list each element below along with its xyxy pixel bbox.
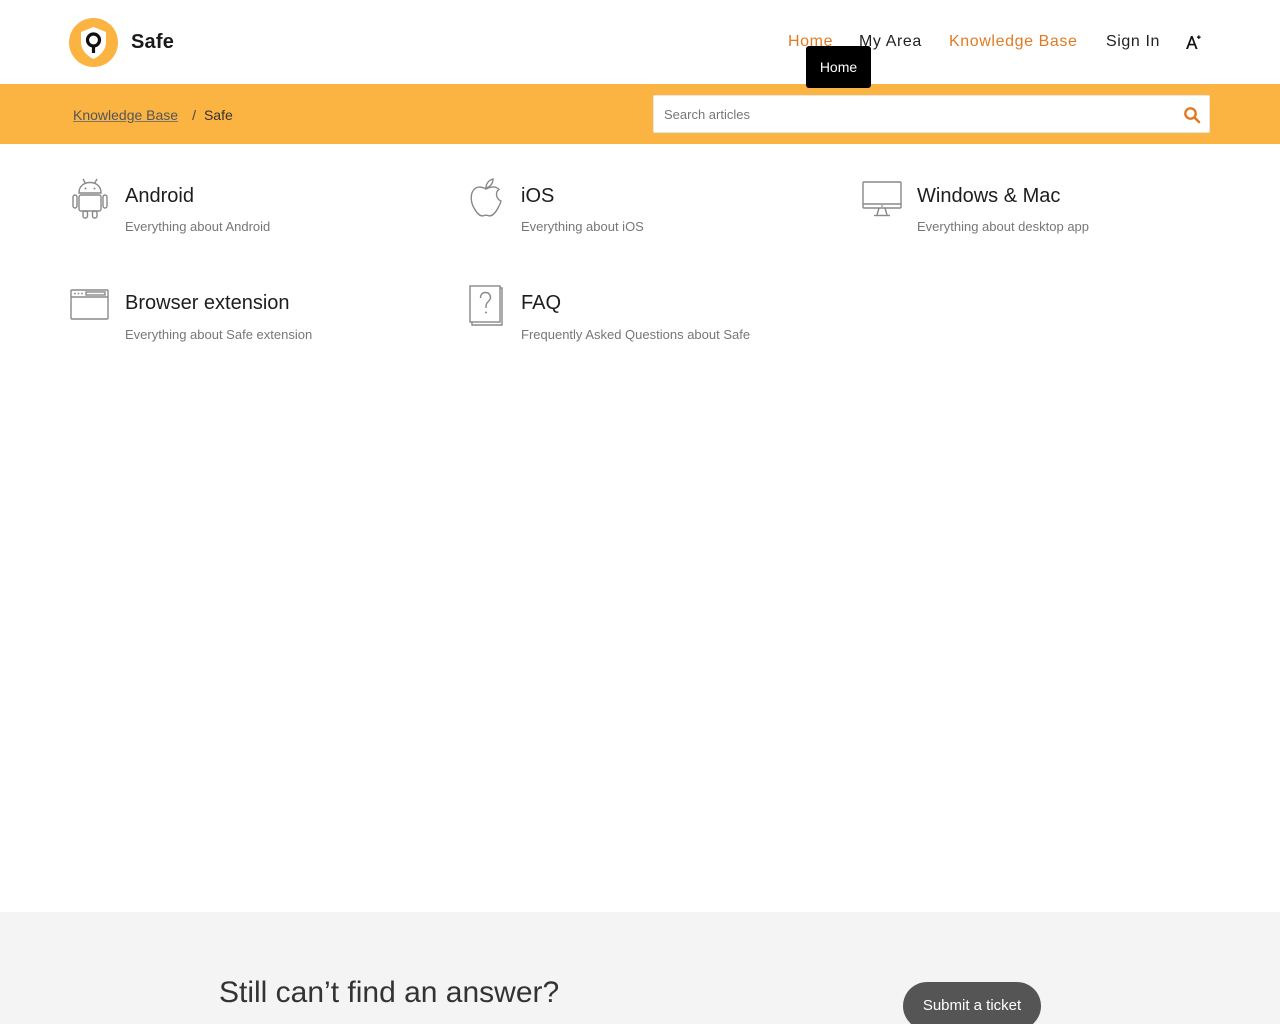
category-windows-mac[interactable]: Windows & Mac Everything about desktop a… bbox=[862, 177, 1222, 241]
category-title: Android bbox=[125, 185, 194, 207]
category-faq[interactable]: FAQ Frequently Asked Questions about Saf… bbox=[466, 284, 826, 348]
question-document-icon bbox=[469, 285, 503, 326]
nav-tooltip: Home bbox=[806, 46, 871, 88]
help-footer: Still can’t find an answer? Submit a tic… bbox=[0, 912, 1280, 1024]
category-title: Windows & Mac bbox=[917, 185, 1061, 207]
category-description: Frequently Asked Questions about Safe bbox=[521, 327, 751, 342]
footer-title: Still can’t find an answer? bbox=[219, 976, 560, 1009]
nav-knowledge-base[interactable]: Knowledge Base bbox=[949, 33, 1078, 51]
site-header: Safe Home My Area Knowledge Base Sign In… bbox=[0, 0, 1280, 88]
category-description: Everything about Android bbox=[125, 219, 271, 234]
breadcrumb-knowledge-base[interactable]: Knowledge Base bbox=[73, 107, 178, 123]
submit-ticket-button[interactable]: Submit a ticket bbox=[903, 982, 1041, 1024]
browser-window-icon bbox=[70, 289, 109, 320]
search-icon[interactable] bbox=[1183, 106, 1201, 124]
category-description: Everything about desktop app bbox=[917, 219, 1090, 234]
android-icon bbox=[72, 178, 108, 219]
apple-icon bbox=[470, 178, 502, 217]
category-title: FAQ bbox=[521, 292, 562, 314]
category-title: iOS bbox=[521, 185, 555, 207]
search-box bbox=[653, 95, 1210, 133]
search-input[interactable] bbox=[654, 96, 1174, 132]
main-nav: Home My Area Knowledge Base Sign In bbox=[0, 33, 1280, 53]
category-android[interactable]: Android Everything about Android bbox=[70, 177, 410, 241]
category-browser-extension[interactable]: Browser extension Everything about Safe … bbox=[70, 284, 410, 348]
category-description: Everything about iOS bbox=[521, 219, 644, 234]
breadcrumb: Knowledge Base / Safe bbox=[73, 107, 233, 123]
category-description: Everything about Safe extension bbox=[125, 327, 313, 342]
font-size-icon[interactable] bbox=[1184, 33, 1202, 51]
monitor-icon bbox=[862, 181, 902, 217]
breadcrumb-separator: / bbox=[192, 107, 196, 123]
nav-sign-in[interactable]: Sign In bbox=[1106, 33, 1160, 51]
subheader-band: Knowledge Base / Safe bbox=[0, 84, 1280, 144]
breadcrumb-current: Safe bbox=[203, 107, 233, 123]
category-title: Browser extension bbox=[125, 292, 290, 314]
category-ios[interactable]: iOS Everything about iOS bbox=[466, 177, 806, 241]
